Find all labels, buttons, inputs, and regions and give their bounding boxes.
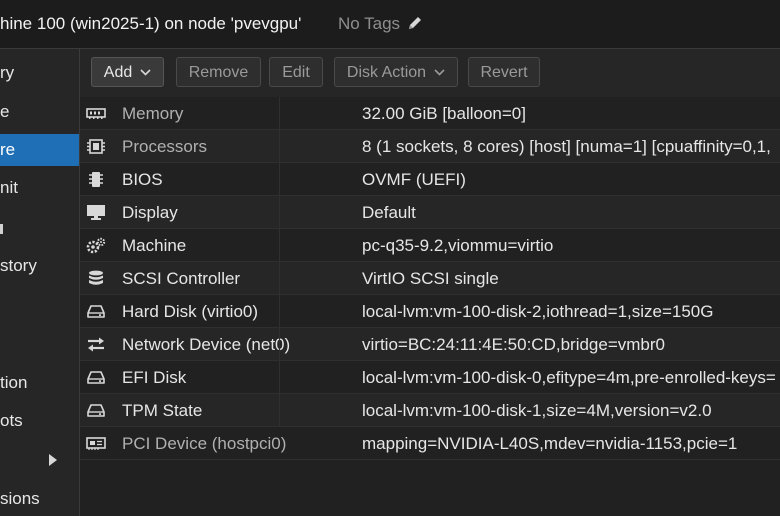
hardware-row[interactable]: Hard Disk (virtio0) local-lvm:vm-100-disk… [80,295,780,328]
hardware-row[interactable]: BIOS OVMF (UEFI) [80,163,780,196]
sidebar-item-summary[interactable]: ry [0,57,79,89]
hardware-value: Default [362,203,416,222]
exchange-icon [86,336,106,353]
bios-chip-icon [86,171,106,188]
sidebar-item-label: e [0,102,10,121]
sidebar-item-firewall[interactable] [0,444,79,476]
hardware-value: mapping=NVIDIA-L40S,mdev=nvidia-1153,pci… [362,434,738,453]
vm-sidebar-nav: ry e re nit story tion ots sions [0,49,80,516]
hardware-value: local-lvm:vm-100-disk-0,efitype=4m,pre-e… [362,368,776,387]
hardware-value: local-lvm:vm-100-disk-2,iothread=1,size=… [362,302,714,321]
hardware-row[interactable]: PCI Device (hostpci0) mapping=NVIDIA-L40S… [80,427,780,460]
database-icon [86,270,106,287]
hardware-key: Machine [122,236,187,255]
sidebar-item-console[interactable]: e [0,96,79,128]
sidebar-item-label: ry [0,63,15,82]
sidebar-item-cloud-init[interactable]: nit [0,172,79,204]
sidebar-item-snapshots[interactable]: ots [0,405,79,437]
cpu-icon [86,138,106,155]
hardware-key: PCI Device (hostpci0) [122,434,287,453]
sidebar-item-hardware[interactable]: re [0,134,79,166]
sidebar-item-label: ots [0,411,23,430]
hdd-icon [86,303,106,320]
memory-icon [86,105,106,122]
edit-button-label: Edit [282,64,310,81]
hdd-icon [86,402,106,419]
hardware-key: EFI Disk [122,368,187,387]
hardware-key: Processors [122,137,208,156]
sidebar-item-permissions[interactable]: sions [0,483,79,515]
hardware-row[interactable]: SCSI Controller VirtIO SCSI single [80,262,780,295]
revert-button[interactable]: Revert [468,57,540,87]
hardware-key: SCSI Controller [122,269,241,288]
cogs-icon [86,237,106,254]
vm-title: hine 100 (win2025-1) on node 'pvevgpu' [0,14,302,33]
hardware-key: BIOS [122,170,163,189]
sidebar-item-icon-fragment [0,224,3,234]
sidebar-item-label: sions [0,489,40,508]
hardware-value: local-lvm:vm-100-disk-1,size=4M,version=… [362,401,712,420]
hardware-row[interactable]: Memory 32.00 GiB [balloon=0] [80,97,780,130]
disk-action-label: Disk Action [346,64,427,81]
hardware-row[interactable]: Display Default [80,196,780,229]
hardware-row[interactable]: EFI Disk local-lvm:vm-100-disk-0,efitype=… [80,361,780,394]
header-bar: hine 100 (win2025-1) on node 'pvevgpu' N… [0,0,780,49]
monitor-icon [86,204,106,221]
hardware-value: 8 (1 sockets, 8 cores) [host] [numa=1] [… [362,137,771,156]
sidebar-item-label: story [0,256,37,275]
hardware-row[interactable]: Processors 8 (1 sockets, 8 cores) [host] … [80,130,780,163]
hardware-value: virtio=BC:24:11:4E:50:CD,bridge=vmbr0 [362,335,666,354]
hardware-value: OVMF (UEFI) [362,170,466,189]
hardware-value: 32.00 GiB [balloon=0] [362,104,526,123]
sidebar-item-replication[interactable]: tion [0,367,79,399]
add-button[interactable]: Add [91,57,164,87]
pencil-icon[interactable] [407,15,423,31]
remove-button[interactable]: Remove [176,57,261,87]
hardware-key: Memory [122,104,184,123]
hardware-row[interactable]: Machine pc-q35-9.2,viommu=virtio [80,229,780,262]
hardware-value: pc-q35-9.2,viommu=virtio [362,236,554,255]
hardware-key: TPM State [122,401,203,420]
pci-card-icon [86,435,106,452]
chevron-down-icon [140,69,151,76]
sidebar-item-label: nit [0,178,18,197]
hardware-row[interactable]: TPM State local-lvm:vm-100-disk-1,size=4M… [80,394,780,427]
chevron-down-icon [434,69,445,76]
hardware-value: VirtIO SCSI single [362,269,499,288]
tags-label: No Tags [338,14,401,33]
disk-action-button[interactable]: Disk Action [334,57,458,87]
hardware-row[interactable]: Network Device (net0) virtio=BC:24:11:4E:… [80,328,780,361]
hardware-key: Hard Disk (virtio0) [122,302,259,321]
hardware-key: Display [122,203,178,222]
tags-editor[interactable]: No Tags [338,14,423,34]
hardware-toolbar: Add Remove Edit Disk Action Revert [80,49,780,98]
expand-arrow-icon[interactable] [48,454,58,466]
hdd-icon [86,369,106,386]
column-divider [279,97,280,427]
sidebar-item-label: tion [0,373,28,392]
revert-button-label: Revert [480,64,528,81]
add-button-label: Add [103,64,133,81]
remove-button-label: Remove [188,64,249,81]
edit-button[interactable]: Edit [269,57,323,87]
sidebar-item-task-history[interactable]: story [0,250,79,282]
sidebar-item-label: re [0,140,16,159]
hardware-grid: Memory 32.00 GiB [balloon=0] Processors 8 (… [80,97,780,516]
sidebar-item-options[interactable] [0,211,79,243]
hardware-key: Network Device (net0) [122,335,291,354]
